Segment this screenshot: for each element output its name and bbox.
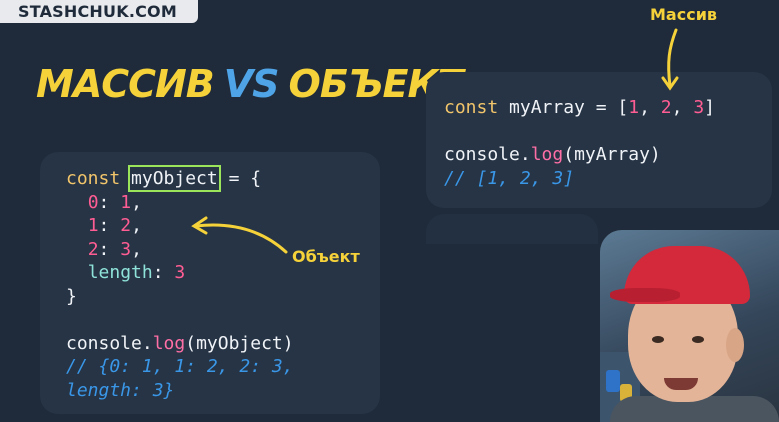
presenter-webcam (600, 230, 779, 422)
presenter-eye (652, 336, 664, 343)
presenter-eye (692, 336, 704, 343)
presenter-ear (726, 328, 744, 362)
arrow-to-array-icon (661, 28, 679, 91)
cap-brim (610, 288, 680, 302)
arrow-to-object-icon (191, 216, 288, 254)
background-toy (606, 370, 620, 392)
